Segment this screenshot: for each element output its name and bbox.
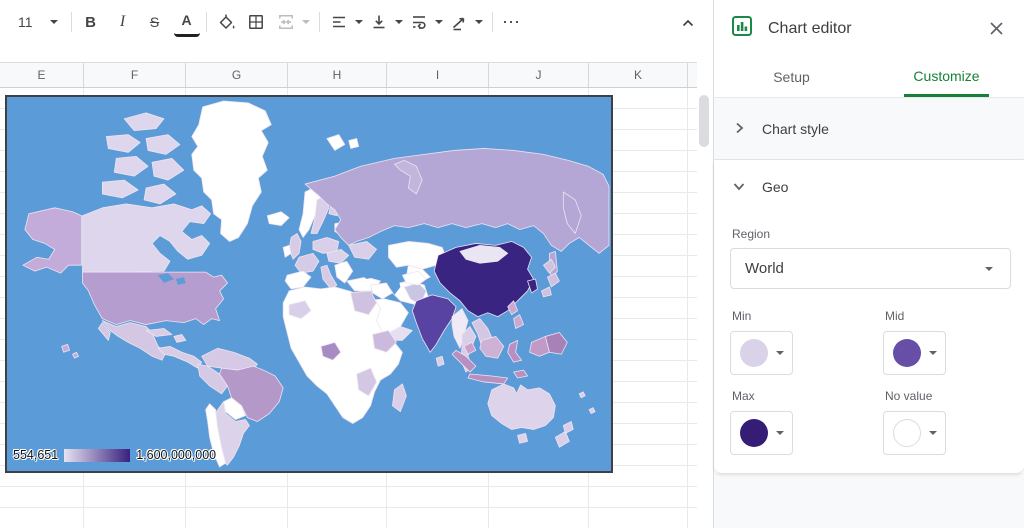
panel-tabs: Setup Customize (714, 57, 1024, 98)
column-headers: E F G H I J K (0, 62, 697, 88)
chevron-down-icon (985, 266, 993, 271)
map-region (517, 433, 528, 444)
text-wrap-icon (410, 13, 428, 31)
collapse-toolbar-button[interactable] (675, 8, 701, 38)
chevron-down-icon (775, 431, 784, 435)
mid-color-swatch (892, 339, 921, 367)
section-chart-style[interactable]: Chart style (714, 98, 1024, 160)
text-color-button[interactable]: A (173, 7, 200, 37)
chart-editor-icon (730, 14, 754, 43)
column-header-f[interactable]: F (84, 63, 186, 87)
text-rotation-icon (450, 13, 468, 31)
borders-button[interactable] (243, 7, 269, 37)
min-color-picker: Min (730, 309, 883, 375)
section-geo: Geo Region World Min Mid Max No value (714, 160, 1024, 473)
column-header-g[interactable]: G (186, 63, 288, 87)
region-select[interactable]: World (730, 248, 1011, 289)
section-label: Chart style (762, 120, 829, 137)
legend-min-value: 554,651 (13, 448, 59, 462)
toolbar: 11 B I S A ⋯ (0, 0, 713, 44)
paint-bucket-icon (216, 13, 236, 31)
max-color-button[interactable] (730, 411, 793, 455)
region-select-value: World (745, 260, 784, 277)
no-value-color-swatch (892, 419, 921, 447)
text-rotation-chevron-icon[interactable] (474, 20, 483, 24)
scrollbar-thumb[interactable] (699, 95, 709, 147)
vertical-scrollbar[interactable] (697, 88, 711, 528)
max-label: Max (732, 389, 755, 403)
font-size-value: 11 (18, 14, 33, 30)
color-pickers: Min Mid Max No value (714, 309, 1024, 455)
chart-editor-panel: Chart editor Setup Customize Chart style (713, 0, 1024, 528)
grid-column-line (687, 88, 688, 528)
toolbar-divider (318, 12, 320, 32)
geo-chart[interactable]: 554,651 1,600,000,000 (5, 95, 613, 473)
toolbar-divider (491, 12, 493, 32)
max-color-swatch (739, 419, 768, 447)
toolbar-divider (205, 12, 207, 32)
column-header-h[interactable]: H (288, 63, 387, 87)
text-wrap-chevron-icon[interactable] (434, 20, 443, 24)
vertical-align-button[interactable] (366, 7, 392, 37)
chevron-down-icon (775, 351, 784, 355)
italic-button[interactable]: I (110, 7, 136, 37)
chevron-down-icon (733, 179, 745, 195)
borders-grid-icon (247, 13, 265, 31)
max-color-picker: Max (730, 389, 883, 455)
close-panel-button[interactable] (984, 17, 1008, 41)
align-left-icon (330, 13, 348, 31)
chevron-up-icon (680, 15, 696, 31)
legend-gradient (64, 448, 131, 462)
merge-cells-button[interactable] (273, 7, 299, 37)
column-header-e[interactable]: E (0, 63, 84, 87)
font-size-control[interactable]: 11 (10, 7, 65, 37)
no-value-color-button[interactable] (883, 411, 946, 455)
column-header-j[interactable]: J (489, 63, 589, 87)
mid-label: Mid (885, 309, 905, 323)
chevron-down-icon (49, 20, 58, 24)
column-header-k[interactable]: K (589, 63, 688, 87)
merge-cells-icon (277, 13, 295, 31)
map-region (82, 271, 228, 325)
column-header-i[interactable]: I (387, 63, 489, 87)
column-header-partial[interactable] (688, 63, 697, 87)
align-bottom-icon (370, 13, 388, 31)
horizontal-align-chevron-icon[interactable] (354, 20, 363, 24)
tab-customize[interactable]: Customize (869, 57, 1024, 97)
bold-button[interactable]: B (78, 7, 104, 37)
chevron-down-icon (928, 431, 937, 435)
chevron-down-icon (928, 351, 937, 355)
no-value-label: No value (885, 389, 933, 403)
min-label: Min (732, 309, 752, 323)
panel-header: Chart editor (714, 0, 1024, 57)
world-map-svg (7, 97, 611, 471)
horizontal-align-button[interactable] (326, 7, 352, 37)
mid-color-button[interactable] (883, 331, 946, 375)
chart-legend: 554,651 1,600,000,000 (13, 448, 216, 462)
region-label: Region (732, 227, 771, 241)
min-color-swatch (739, 339, 768, 367)
text-rotation-button[interactable] (446, 7, 472, 37)
fill-color-button[interactable] (213, 7, 239, 37)
panel-bottom-area (714, 473, 1024, 528)
toolbar-divider (70, 12, 72, 32)
chevron-right-icon (733, 121, 745, 137)
panel-title: Chart editor (768, 19, 852, 37)
more-toolbar-button[interactable]: ⋯ (499, 7, 525, 37)
text-wrap-button[interactable] (406, 7, 432, 37)
merge-cells-chevron-icon[interactable] (301, 20, 310, 24)
section-geo-header[interactable]: Geo (714, 160, 1024, 213)
section-label: Geo (762, 178, 789, 195)
no-value-color-picker: No value (883, 389, 1024, 455)
tab-setup[interactable]: Setup (714, 57, 869, 97)
mid-color-picker: Mid (883, 309, 1024, 375)
min-color-button[interactable] (730, 331, 793, 375)
strikethrough-button[interactable]: S (142, 7, 168, 37)
vertical-align-chevron-icon[interactable] (394, 20, 403, 24)
legend-max-value: 1,600,000,000 (136, 448, 217, 462)
